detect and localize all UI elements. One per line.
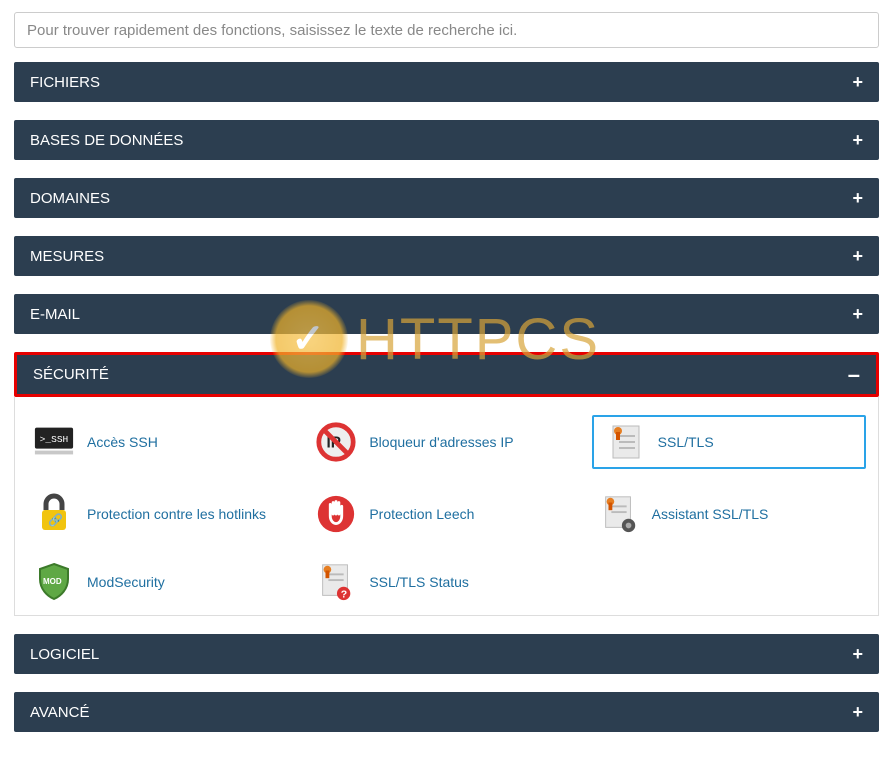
item-label: Assistant SSL/TLS: [652, 506, 769, 522]
panel-title: E-MAIL: [30, 306, 80, 323]
item-label: Accès SSH: [87, 434, 158, 450]
item-ssh[interactable]: >_SSH Accès SSH: [27, 415, 301, 469]
panel-title: AVANCÉ: [30, 704, 89, 721]
panel-title: BASES DE DONNÉES: [30, 132, 183, 149]
search-input[interactable]: [14, 12, 879, 48]
panel-mesures[interactable]: MESURES +: [14, 236, 879, 276]
item-label: SSL/TLS Status: [369, 574, 469, 590]
shield-icon: MOD: [33, 563, 75, 601]
item-sslstatus[interactable]: ? SSL/TLS Status: [309, 559, 583, 605]
stop-hand-icon: [315, 495, 357, 533]
item-ipblock[interactable]: IP Bloqueur d'adresses IP: [309, 415, 583, 469]
plus-icon: +: [852, 189, 863, 207]
svg-text:MOD: MOD: [43, 577, 62, 586]
item-leech[interactable]: Protection Leech: [309, 491, 583, 537]
panel-email[interactable]: E-MAIL +: [14, 294, 879, 334]
item-sslassist[interactable]: Assistant SSL/TLS: [592, 491, 866, 537]
panel-domaines[interactable]: DOMAINES +: [14, 178, 879, 218]
plus-icon: +: [852, 703, 863, 721]
panel-securite[interactable]: SÉCURITÉ –: [14, 352, 879, 397]
certificate-gear-icon: [598, 495, 640, 533]
plus-icon: +: [852, 247, 863, 265]
panel-logiciel[interactable]: LOGICIEL +: [14, 634, 879, 674]
minus-icon: –: [848, 369, 860, 380]
item-label: ModSecurity: [87, 574, 165, 590]
panel-title: SÉCURITÉ: [33, 366, 109, 383]
certificate-question-icon: ?: [315, 563, 357, 601]
plus-icon: +: [852, 645, 863, 663]
panel-title: MESURES: [30, 248, 104, 265]
plus-icon: +: [852, 131, 863, 149]
item-modsec[interactable]: MOD ModSecurity: [27, 559, 301, 605]
item-label: Protection Leech: [369, 506, 474, 522]
item-hotlink[interactable]: 🔗 Protection contre les hotlinks: [27, 491, 301, 537]
panel-title: DOMAINES: [30, 190, 110, 207]
svg-text:?: ?: [341, 588, 347, 600]
securite-body: >_SSH Accès SSH IP Bloqueur d'adresses I…: [14, 397, 879, 616]
panel-title: LOGICIEL: [30, 646, 99, 663]
panel-fichiers[interactable]: FICHIERS +: [14, 62, 879, 102]
panel-bdd[interactable]: BASES DE DONNÉES +: [14, 120, 879, 160]
svg-text:🔗: 🔗: [48, 512, 63, 527]
plus-icon: +: [852, 73, 863, 91]
panel-avance[interactable]: AVANCÉ +: [14, 692, 879, 732]
plus-icon: +: [852, 305, 863, 323]
ssh-icon: >_SSH: [33, 423, 75, 461]
cpanel-page: FICHIERS + BASES DE DONNÉES + DOMAINES +…: [0, 0, 893, 762]
ip-block-icon: IP: [315, 423, 357, 461]
hotlink-icon: 🔗: [33, 495, 75, 533]
panel-title: FICHIERS: [30, 74, 100, 91]
svg-text:>_SSH: >_SSH: [40, 434, 69, 445]
item-label: SSL/TLS: [658, 434, 714, 450]
item-label: Protection contre les hotlinks: [87, 506, 266, 522]
item-ssltls[interactable]: SSL/TLS: [592, 415, 866, 469]
item-label: Bloqueur d'adresses IP: [369, 434, 513, 450]
certificate-icon: [604, 423, 646, 461]
